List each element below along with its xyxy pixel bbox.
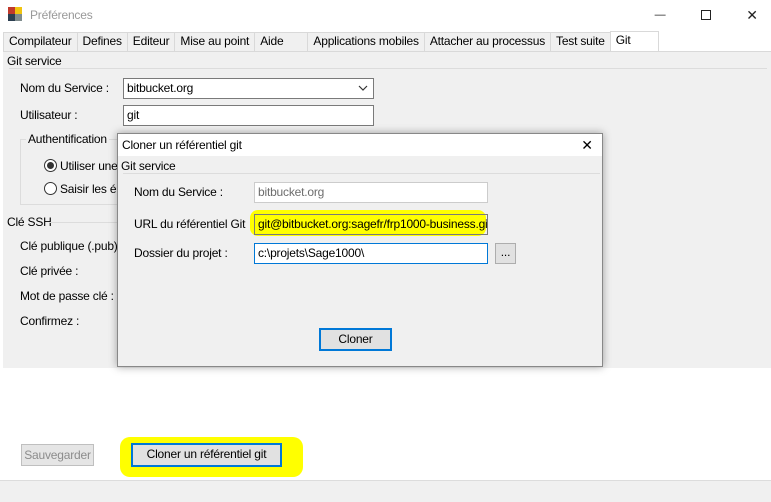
tab-git[interactable]: Git: [609, 31, 660, 51]
private-key-label: Clé privée :: [20, 264, 79, 278]
app-icon: [8, 7, 22, 21]
dialog-service-input[interactable]: bitbucket.org: [254, 182, 488, 203]
auth-option-2-radio[interactable]: [44, 182, 57, 195]
close-button[interactable]: ✕: [729, 0, 771, 30]
passphrase-label: Mot de passe clé :: [20, 289, 114, 303]
dialog-titlebar: Cloner un référentiel git ✕: [118, 134, 602, 156]
clone-repository-button[interactable]: Cloner un référentiel git: [131, 443, 282, 467]
user-input[interactable]: git: [123, 105, 374, 126]
tab-applications-mobiles[interactable]: Applications mobiles: [307, 32, 425, 51]
dialog-clone-button[interactable]: Cloner: [319, 328, 392, 351]
user-label: Utilisateur :: [20, 108, 78, 122]
clone-repository-dialog: Cloner un référentiel git ✕ Git service …: [117, 133, 603, 367]
dialog-git-service-label: Git service: [121, 159, 176, 173]
tab-editeur[interactable]: Editeur: [126, 32, 176, 51]
minimize-icon: —: [654, 9, 666, 21]
tab-test-suite[interactable]: Test suite: [550, 32, 611, 51]
repo-url-label: URL du référentiel Git: [134, 217, 246, 231]
tab-mise-au-point[interactable]: Mise au point: [174, 32, 256, 51]
tab-defines[interactable]: Defines: [76, 32, 128, 51]
dialog-title: Cloner un référentiel git: [122, 138, 242, 152]
ssh-divider: [49, 222, 119, 223]
auth-option-1-radio[interactable]: [44, 159, 57, 172]
window-title: Préférences: [30, 8, 93, 22]
public-key-label: Clé publique (.pub) :: [20, 239, 124, 253]
status-bar: [0, 480, 771, 502]
radio-selected-dot: [47, 162, 54, 169]
auth-option-2-label: Saisir les élé: [60, 182, 126, 196]
confirm-label: Confirmez :: [20, 314, 80, 328]
repo-url-input[interactable]: git@bitbucket.org:sagefr/frp1000-busines…: [254, 214, 488, 235]
dialog-service-label: Nom du Service :: [134, 185, 223, 199]
authentication-label: Authentification: [26, 132, 109, 146]
dialog-divider: [123, 173, 600, 174]
maximize-icon: [701, 10, 711, 20]
service-name-label: Nom du Service :: [20, 81, 109, 95]
browse-folder-button[interactable]: ...: [495, 243, 516, 264]
close-icon: ✕: [746, 6, 758, 23]
window-titlebar: Préférences — ✕: [0, 0, 771, 30]
tab-compilateur[interactable]: Compilateur: [3, 32, 78, 51]
ssh-section-label: Clé SSH: [7, 215, 52, 229]
service-name-value: bitbucket.org: [127, 81, 194, 95]
minimize-button[interactable]: —: [637, 0, 683, 30]
dialog-close-button[interactable]: ✕: [572, 134, 602, 156]
save-button[interactable]: Sauvegarder: [21, 444, 94, 466]
close-icon: ✕: [581, 136, 593, 153]
project-folder-label: Dossier du projet :: [134, 246, 228, 260]
tab-strip: Compilateur Defines Editeur Mise au poin…: [3, 31, 660, 51]
git-service-section-label: Git service: [7, 54, 62, 68]
git-service-divider: [9, 68, 767, 69]
chevron-down-icon: [358, 85, 368, 91]
tab-attacher-au-processus[interactable]: Attacher au processus: [423, 32, 552, 51]
tab-aide[interactable]: Aide: [254, 32, 309, 51]
project-folder-input[interactable]: c:\projets\Sage1000\: [254, 243, 488, 264]
service-name-select[interactable]: bitbucket.org: [123, 78, 374, 99]
maximize-button[interactable]: [683, 0, 729, 30]
